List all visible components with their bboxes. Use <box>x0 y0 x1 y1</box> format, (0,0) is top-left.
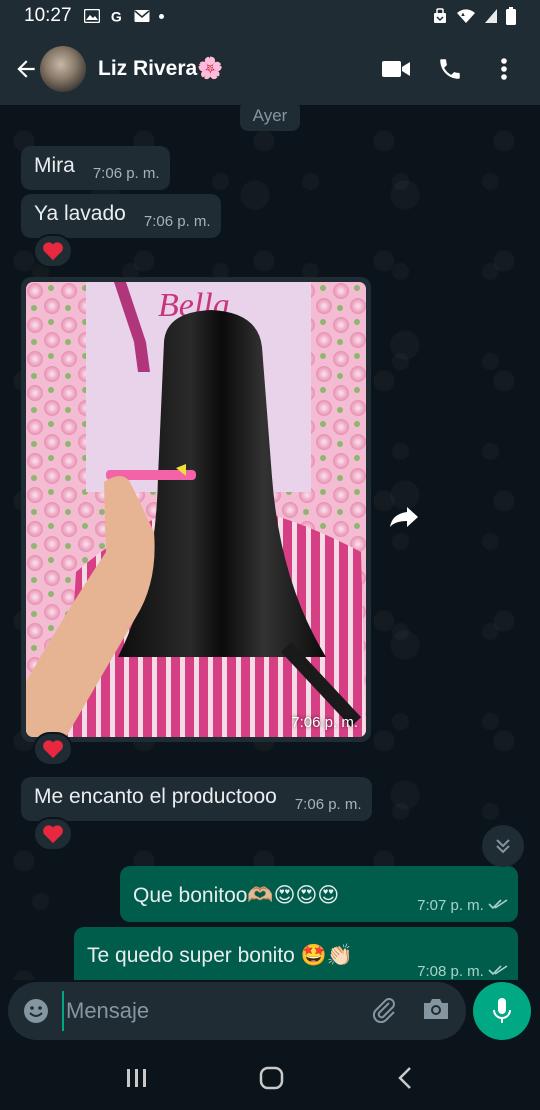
dot-icon <box>158 13 164 19</box>
message-input[interactable] <box>62 991 370 1031</box>
chat-header: Liz Rivera🌸 <box>0 32 540 105</box>
double-check-icon <box>488 899 508 910</box>
message-text: Que bonitoo🫶🏼😍😍😍 <box>133 884 340 907</box>
message-text: Me encanto el productooo <box>34 785 277 808</box>
photo-illustration: Bella <box>26 282 366 737</box>
hair-photo[interactable]: Bella 7:06 p. m. <box>26 282 366 737</box>
mic-icon <box>493 998 511 1023</box>
status-time: 10:27 <box>24 5 72 26</box>
voice-call-button[interactable] <box>436 55 464 83</box>
message-incoming[interactable]: Me encanto el productooo 7:06 p. m. <box>21 777 372 821</box>
svg-text:▲: ▲ <box>460 12 466 18</box>
back-nav-button[interactable] <box>395 1066 415 1095</box>
forward-icon <box>390 507 418 527</box>
reaction-heart[interactable] <box>33 234 73 268</box>
message-text: Te quedo super bonito 🤩👏🏻 <box>87 944 353 967</box>
svg-text:G: G <box>110 9 121 23</box>
heart-icon <box>43 242 63 261</box>
attach-button[interactable] <box>370 995 398 1028</box>
wifi-icon: ▲ <box>457 9 475 23</box>
heart-icon <box>43 825 63 844</box>
emoji-icon <box>24 999 48 1023</box>
video-call-button[interactable] <box>382 55 410 83</box>
message-incoming[interactable]: Mira 7:06 p. m. <box>21 146 170 190</box>
message-time: 7:07 p. m. <box>399 897 518 922</box>
phone-call-icon <box>440 58 460 79</box>
reaction-heart[interactable] <box>33 817 73 851</box>
camera-icon <box>424 998 448 1019</box>
date-divider: Ayer <box>240 105 300 131</box>
message-outgoing[interactable]: Te quedo super bonito 🤩👏🏻 7:08 p. m. <box>74 927 518 980</box>
arrow-back-icon <box>17 59 35 78</box>
mail-icon <box>134 10 150 22</box>
signal-icon <box>485 9 497 23</box>
message-time: 7:06 p. m. <box>92 165 160 182</box>
notification-icons: G <box>83 9 164 23</box>
double-check-icon <box>488 965 508 976</box>
heart-icon <box>43 740 63 759</box>
mic-button[interactable] <box>473 982 531 1040</box>
reaction-heart[interactable] <box>33 732 73 766</box>
contact-avatar[interactable] <box>40 45 86 92</box>
system-nav-bar <box>0 1050 540 1110</box>
recent-apps-icon <box>127 1068 146 1087</box>
message-text: Mira <box>34 154 75 177</box>
forward-button[interactable] <box>384 497 424 537</box>
home-button[interactable] <box>259 1065 285 1096</box>
camera-button[interactable] <box>422 997 450 1026</box>
more-vert-icon <box>501 57 507 80</box>
image-icon <box>83 9 100 23</box>
home-icon <box>259 1066 284 1089</box>
message-composer <box>8 982 466 1040</box>
battery-icon <box>506 7 516 25</box>
chat-area[interactable]: Ayer Mira 7:06 p. m. Ya lavado 7:06 p. m… <box>0 105 540 980</box>
paperclip-icon <box>372 997 395 1023</box>
message-incoming[interactable]: Ya lavado 7:06 p. m. <box>21 194 221 238</box>
message-time: 7:06 p. m. <box>291 714 358 731</box>
emoji-button[interactable] <box>10 985 62 1037</box>
recent-apps-button[interactable] <box>125 1067 149 1094</box>
alarm-icon <box>434 8 446 23</box>
message-image[interactable]: Bella 7:06 p. m. <box>21 277 371 742</box>
double-chevron-down-icon <box>496 839 510 854</box>
message-text: Ya lavado <box>34 202 126 225</box>
google-icon: G <box>110 9 121 23</box>
message-outgoing[interactable]: Que bonitoo🫶🏼😍😍😍 7:07 p. m. <box>120 866 518 922</box>
system-icons: ▲ <box>432 7 516 25</box>
scroll-to-bottom-button[interactable] <box>482 825 524 867</box>
back-chevron-icon <box>398 1066 411 1089</box>
video-call-icon <box>382 60 410 77</box>
more-options-button[interactable] <box>490 55 518 83</box>
message-time: 7:06 p. m. <box>143 213 211 230</box>
message-time: 7:06 p. m. <box>294 796 362 813</box>
message-time: 7:08 p. m. <box>399 963 518 980</box>
status-bar: 10:27 G ▲ <box>0 0 540 32</box>
contact-name[interactable]: Liz Rivera🌸 <box>98 57 223 81</box>
